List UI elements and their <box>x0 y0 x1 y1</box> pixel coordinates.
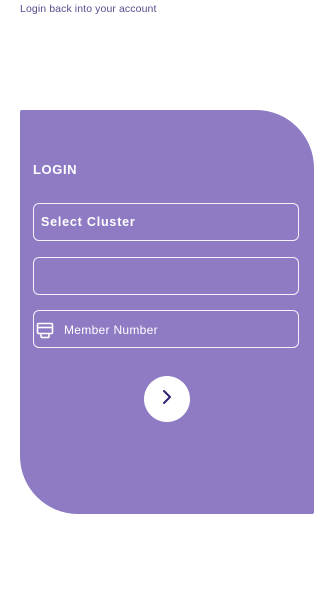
member-card-icon <box>36 321 54 339</box>
chevron-right-icon <box>160 389 174 410</box>
next-button[interactable] <box>144 376 190 422</box>
select-cluster-label: Select Cluster <box>41 215 136 229</box>
login-title: LOGIN <box>33 162 78 177</box>
blank-input-field[interactable] <box>33 257 299 295</box>
member-number-field[interactable]: Member Number <box>33 310 299 348</box>
select-cluster-dropdown[interactable]: Select Cluster <box>33 203 299 241</box>
login-card: LOGIN Select Cluster Member Number <box>20 110 314 514</box>
member-number-placeholder: Member Number <box>64 323 158 337</box>
page-subtitle: Login back into your account <box>20 3 157 15</box>
